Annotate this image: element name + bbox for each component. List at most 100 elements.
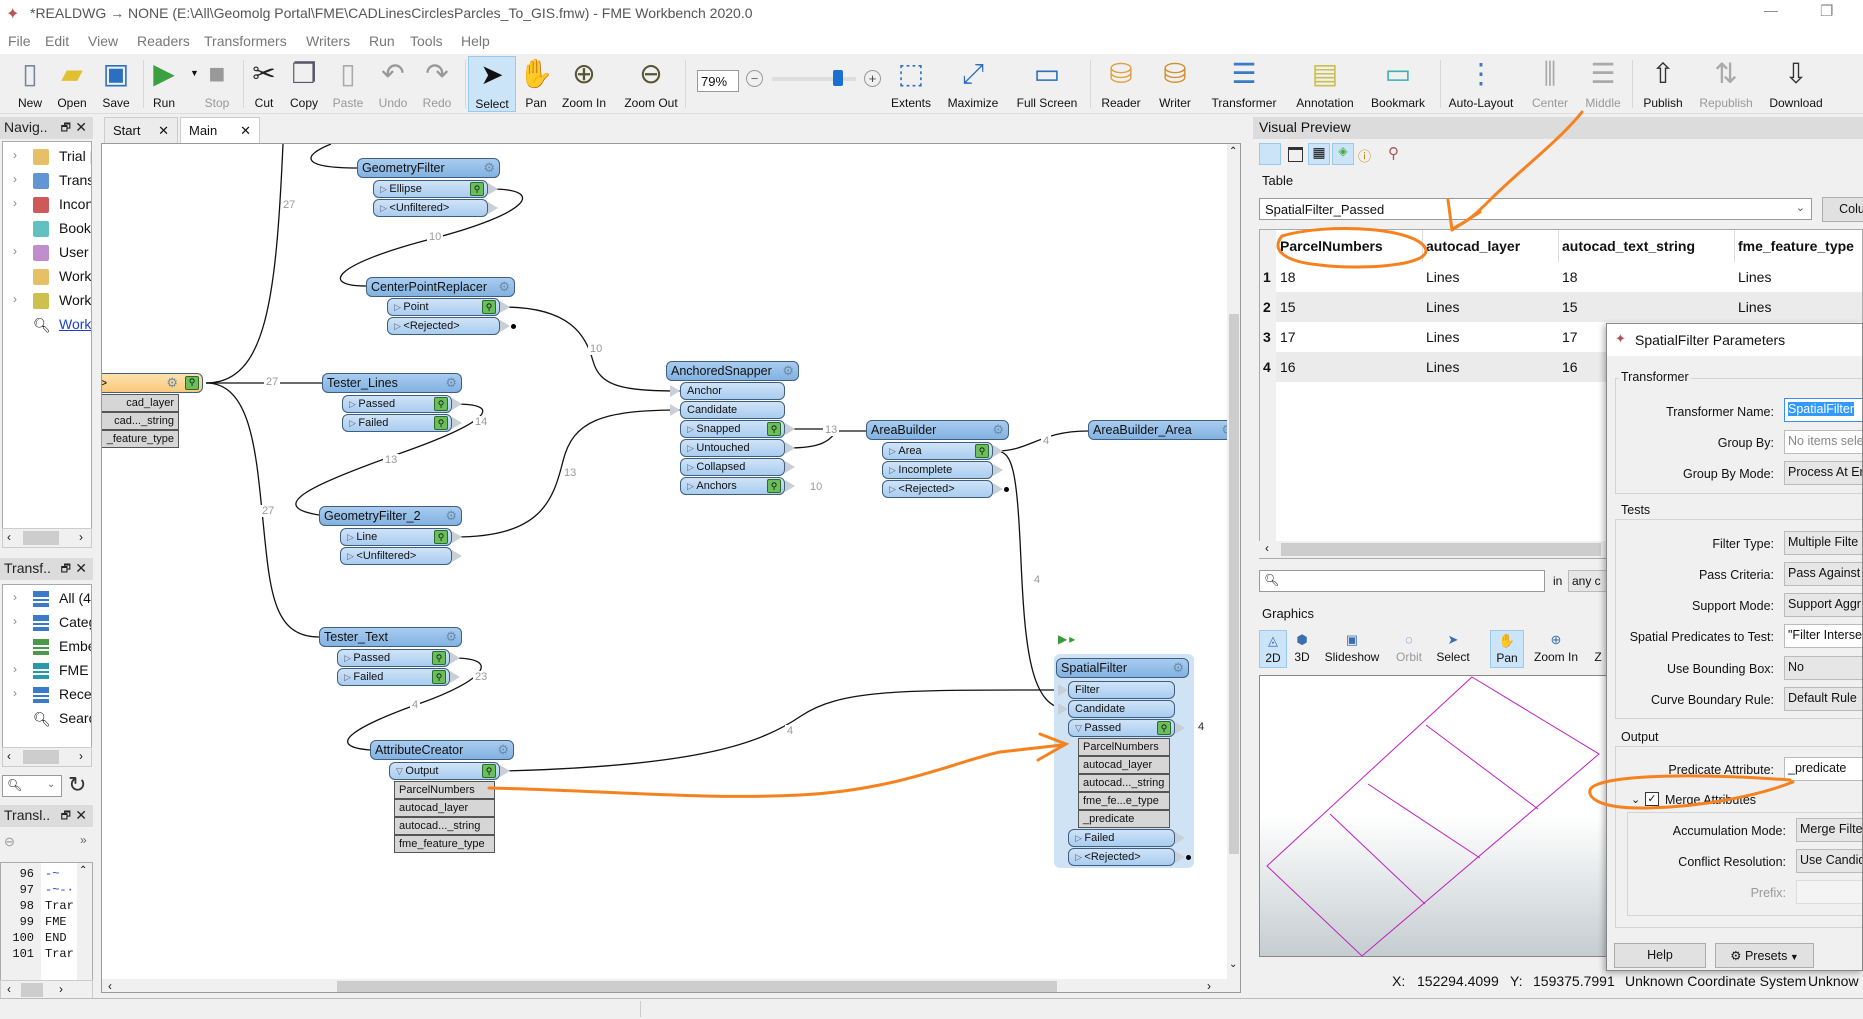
zoom-slider-thumb[interactable] <box>833 70 844 86</box>
node-anchoredsnapper[interactable]: AnchoredSnapper ⚙ <box>666 361 799 381</box>
attribute-row[interactable]: autocad_layer <box>394 799 495 817</box>
graphics-tool-3d[interactable]: ⬢ 3D <box>1290 630 1314 668</box>
chevron-right-icon[interactable]: › <box>13 148 17 162</box>
input-port-candidate[interactable]: Candidate <box>1058 700 1175 718</box>
output-port-ellipse[interactable]: ▷ Ellipse ⚲ <box>373 180 498 198</box>
support-mode-select[interactable]: Support Aggr <box>1784 593 1862 617</box>
minimize-button[interactable]: — <box>1764 2 1778 18</box>
redo-button[interactable]: ↷ Redo <box>413 56 461 112</box>
collapsed-triangle-icon[interactable]: ▷ <box>394 321 403 331</box>
attribute-row[interactable]: autocad_layer <box>1078 756 1170 774</box>
chevron-right-icon[interactable]: › <box>13 590 17 604</box>
collapsed-triangle-icon[interactable]: ▷ <box>347 532 356 542</box>
graphics-tool-select[interactable]: ➤ Select <box>1434 630 1472 668</box>
column-header-autocad-text-string[interactable]: autocad_text_string <box>1562 238 1695 254</box>
node-areabuilder-area[interactable]: AreaBuilder_Area⚙ <box>1088 419 1240 441</box>
output-port-incomplete[interactable]: ▷ Incomplete <box>882 461 1003 479</box>
menu-transformers[interactable]: Transformers <box>204 33 287 49</box>
gear-icon[interactable]: ⚙ <box>1172 660 1184 676</box>
inspect-icon[interactable]: ⚲ <box>434 530 448 544</box>
output-port-untouched[interactable]: ▷ Untouched <box>680 439 795 457</box>
close-icon[interactable]: ✕ <box>75 807 87 824</box>
maximize-button[interactable]: ⤢ Maximize <box>948 56 999 112</box>
attribute-row[interactable]: ParcelNumbers <box>1078 738 1170 756</box>
prefix-input[interactable] <box>1796 880 1862 904</box>
attribute-row[interactable]: _predicate <box>1078 810 1170 828</box>
gear-icon[interactable]: ⚙ <box>483 160 495 176</box>
collapsed-triangle-icon[interactable]: ▷ <box>687 443 696 453</box>
table-search-input[interactable]: 🔍︎ <box>1259 570 1545 592</box>
republish-button[interactable]: ⇅ Republish <box>1699 56 1752 112</box>
output-port-snapped[interactable]: ▷ Snapped ⚲ <box>680 420 795 438</box>
spatial-predicates-input[interactable]: "Filter Interse <box>1784 624 1862 648</box>
canvas-hscrollbar[interactable]: ‹ › <box>102 979 1240 992</box>
transformer-category-item[interactable]: Embe <box>3 637 91 657</box>
inspect-icon[interactable]: ⚲ <box>767 479 781 493</box>
collapsed-triangle-icon[interactable]: ▷ <box>344 653 353 663</box>
inspect-icon[interactable]: ⚲ <box>1157 721 1171 735</box>
gear-icon[interactable]: ⚙ <box>445 375 457 391</box>
log-scrollbar[interactable]: ‹ › <box>0 980 93 1000</box>
output-port-failed[interactable]: ▷ Failed ⚲ <box>337 668 460 686</box>
column-header-parcelnumbers[interactable]: ParcelNumbers <box>1280 238 1383 254</box>
middle-button[interactable]: ☰ Middle <box>1579 56 1627 112</box>
collapsed-triangle-icon[interactable]: ▷ <box>344 672 353 682</box>
navigator-item[interactable]: › Incon <box>3 195 91 215</box>
attribute-row[interactable]: fme_fe...e_type <box>1078 792 1170 810</box>
extents-button[interactable]: ⬚ Extents <box>887 56 935 112</box>
table-view-icon[interactable]: ▦ <box>1308 143 1330 165</box>
output-port-failed[interactable]: ▷ Failed ⚲ <box>342 414 462 432</box>
graphics-tool-pan[interactable]: ✋ Pan <box>1490 630 1524 668</box>
attribute-row[interactable]: autocad..._string <box>394 817 495 835</box>
feature-info-icon[interactable]: ⓘ <box>1358 146 1371 165</box>
zoom-slider[interactable] <box>772 70 856 86</box>
bookmark-button[interactable]: ▭ Bookmark <box>1371 56 1425 112</box>
tab-main[interactable]: Main ✕ <box>180 117 260 143</box>
gear-icon[interactable]: ⚙ <box>497 742 509 758</box>
inspect-icon[interactable]: ⚲ <box>482 300 496 314</box>
node-tester-lines[interactable]: Tester_Lines ⚙ <box>322 373 462 393</box>
transformer-category-item[interactable]: › Recer <box>3 685 91 705</box>
graphics-tool-orbit[interactable]: ◌ Orbit <box>1394 630 1424 668</box>
publish-button[interactable]: ⇧ Publish <box>1639 56 1687 112</box>
attribute-row[interactable]: ParcelNumbers <box>394 781 495 799</box>
collapsed-triangle-icon[interactable]: ▷ <box>349 418 358 428</box>
float-icon[interactable]: 🗗 <box>61 119 71 138</box>
column-header-fme-feature-type[interactable]: fme_feature_type <box>1738 238 1854 254</box>
menu-run[interactable]: Run <box>369 33 395 49</box>
zoom-in-button[interactable]: ⊕ Zoom In <box>560 56 608 112</box>
node-centerpointreplacer[interactable]: CenterPointReplacer ⚙ <box>366 277 515 297</box>
navigator-item[interactable]: Book <box>3 219 91 239</box>
output-port-line[interactable]: ▷ Line ⚲ <box>340 528 462 546</box>
node-all[interactable]: All> ⚙ ⚲ <box>102 373 203 393</box>
attribute-row[interactable]: cad_layer <box>102 394 179 412</box>
output-port-collapsed[interactable]: ▷ Collapsed <box>680 458 795 476</box>
inspect-icon[interactable]: ⚲ <box>975 444 989 458</box>
inspect-tool-icon[interactable] <box>1259 143 1281 165</box>
writer-button[interactable]: ⛁ Writer <box>1151 56 1199 112</box>
tab-start[interactable]: Start ✕ <box>104 117 178 143</box>
navigator-item[interactable]: › Trial | <box>3 147 91 167</box>
gear-icon[interactable]: ⚙ <box>782 363 794 379</box>
zoom-out-button[interactable]: ⊖ Zoom Out <box>624 56 677 112</box>
output-port-rejected[interactable]: ▷ <Rejected> <box>882 480 1009 498</box>
scroll-up-icon[interactable]: ⌃ <box>79 865 87 876</box>
back-icon[interactable]: ⊖ <box>4 834 15 850</box>
zoom-plus-icon[interactable]: + <box>864 70 881 87</box>
columns-button[interactable]: Colu <box>1822 197 1863 222</box>
menu-view[interactable]: View <box>88 33 118 49</box>
navigator-item[interactable]: 🔍︎ Work <box>3 315 91 335</box>
close-icon[interactable]: ✕ <box>75 119 87 136</box>
close-icon[interactable]: ✕ <box>75 560 87 577</box>
input-port-candidate[interactable]: Candidate <box>670 401 785 419</box>
table-select[interactable]: SpatialFilter_Passed ⌄ <box>1259 198 1812 220</box>
transformer-category-item[interactable]: › Categ <box>3 613 91 633</box>
node-areabuilder[interactable]: AreaBuilder ⚙ <box>866 420 1009 440</box>
chevron-right-icon[interactable]: › <box>13 292 17 306</box>
canvas-vscrollbar[interactable]: ⌃ ⌄ <box>1227 144 1240 979</box>
float-icon[interactable]: 🗗 <box>61 807 71 826</box>
merge-attributes-checkbox[interactable]: ✓ <box>1645 792 1659 806</box>
graphics-tool-zoom-in[interactable]: ⊕ Zoom In <box>1530 630 1582 668</box>
collapsed-triangle-icon[interactable]: ▷ <box>687 481 696 491</box>
chevron-right-icon[interactable]: › <box>13 196 17 210</box>
